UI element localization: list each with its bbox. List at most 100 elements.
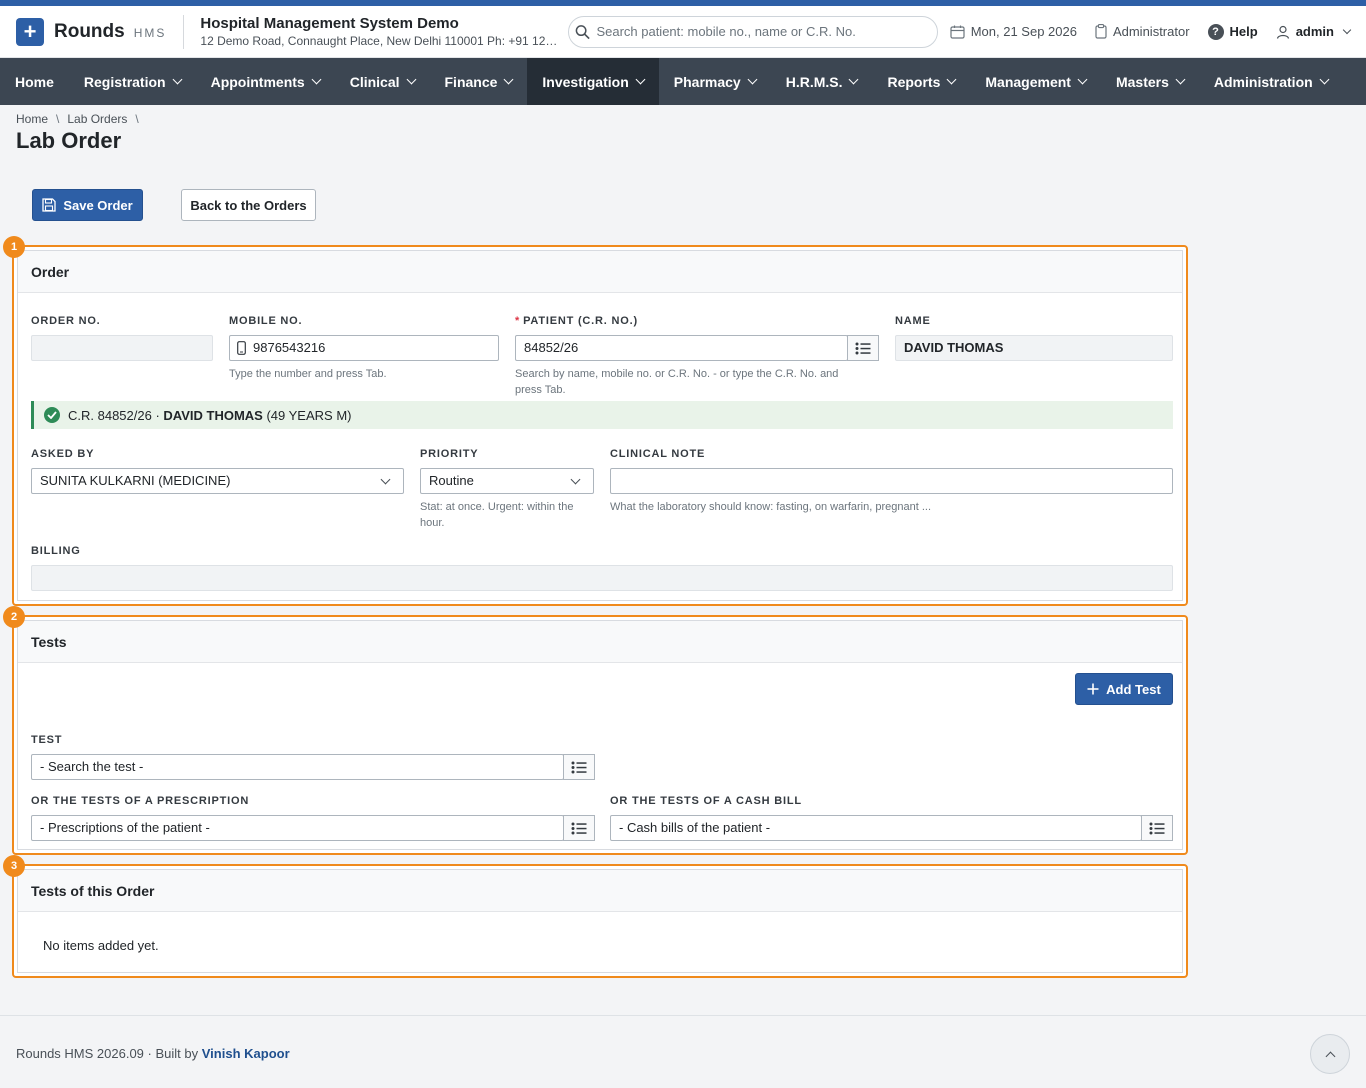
nav-administration[interactable]: Administration: [1199, 58, 1343, 105]
calendar-icon: [950, 25, 965, 39]
help-link[interactable]: ? Help: [1207, 23, 1258, 40]
nav-label: Home: [15, 73, 54, 90]
question-icon: ?: [1207, 23, 1224, 40]
billing-field: [31, 565, 1173, 591]
brand-sub: HMS: [133, 25, 167, 40]
tests-card-title: Tests: [18, 621, 1182, 663]
nav-label: Management: [985, 73, 1071, 90]
empty-state-text: No items added yet.: [43, 938, 159, 953]
nav-registration[interactable]: Registration: [69, 58, 196, 105]
patient-label-text: PATIENT (C.R. NO.): [523, 315, 638, 327]
patient-search[interactable]: [568, 15, 939, 48]
patient-field[interactable]: 84852/26: [515, 335, 848, 361]
footer-text: Rounds HMS 2026.09 · Built by Vinish Kap…: [16, 1046, 290, 1061]
chevron-down-icon: [635, 74, 646, 85]
patient-lookup-button[interactable]: [847, 335, 879, 361]
section-marker-3: 3: [3, 855, 25, 877]
nav-label: Clinical: [349, 73, 400, 90]
date-display: Mon, 21 Sep 2026: [950, 24, 1077, 39]
mobile-help: Type the number and press Tab.: [229, 368, 387, 380]
clinical-note-input[interactable]: [610, 468, 1173, 494]
prescription-field[interactable]: - Prescriptions of the patient -: [31, 815, 564, 841]
chevron-down-icon: [380, 474, 391, 485]
back-to-orders-button[interactable]: Back to the Orders: [181, 189, 316, 221]
breadcrumb-separator: \: [135, 112, 139, 126]
save-order-label: Save Order: [63, 197, 133, 213]
name-field: DAVID THOMAS: [895, 335, 1173, 361]
nav-management[interactable]: Management: [970, 58, 1101, 105]
hospital-info: Hospital Management System Demo 12 Demo …: [200, 15, 560, 48]
name-label: NAME: [895, 315, 931, 327]
user-menu[interactable]: admin: [1276, 24, 1352, 39]
check-circle-icon: [44, 407, 60, 423]
page-footer: Rounds HMS 2026.09 · Built by Vinish Kap…: [0, 1015, 1366, 1088]
order-card-title: Order: [18, 251, 1182, 293]
breadcrumb-separator: \: [56, 112, 60, 126]
breadcrumb-lab-orders[interactable]: Lab Orders: [67, 112, 127, 126]
test-label: TEST: [31, 734, 63, 746]
patient-label: * PATIENT (C.R. NO.): [515, 315, 638, 327]
priority-help: Stat: at once. Urgent: within the hour.: [420, 499, 573, 531]
nav-label: Appointments: [210, 73, 305, 90]
chevron-down-icon: [849, 74, 859, 85]
test-search-field[interactable]: - Search the test -: [31, 754, 564, 780]
nav-hrms[interactable]: H.R.M.S.: [771, 58, 873, 105]
nav-label: Registration: [83, 73, 166, 90]
patient-help-line: Search by name, mobile no. or C.R. No. -…: [515, 368, 839, 380]
hospital-address: 12 Demo Road, Connaught Place, New Delhi…: [200, 34, 561, 48]
page-title: Lab Order: [16, 128, 122, 153]
nav-masters[interactable]: Masters: [1101, 58, 1199, 105]
list-icon: [855, 342, 871, 354]
save-icon: [42, 198, 56, 212]
search-input[interactable]: [596, 24, 928, 39]
test-lookup-button[interactable]: [563, 754, 595, 780]
mobile-value: 9876543216: [253, 340, 326, 355]
app-logo[interactable]: + Rounds HMS: [16, 17, 167, 46]
add-test-button[interactable]: Add Test: [1075, 673, 1173, 705]
clinical-note-label: CLINICAL NOTE: [610, 448, 706, 460]
nav-label: Reports: [887, 73, 941, 90]
scroll-to-top-button[interactable]: [1310, 1034, 1350, 1074]
patient-confirm-alert: C.R. 84852/26 · DAVID THOMAS (49 YEARS M…: [31, 401, 1173, 429]
priority-help-line: hour.: [420, 517, 445, 529]
billing-label: BILLING: [31, 545, 81, 557]
nav-pharmacy[interactable]: Pharmacy: [659, 58, 771, 105]
main-nav: Home Registration Appointments Clinical …: [0, 58, 1366, 105]
chevron-down-icon: [1342, 25, 1352, 34]
chevron-up-icon: [1325, 1051, 1335, 1061]
nav-clinical[interactable]: Clinical: [335, 58, 430, 105]
brand-name: Rounds: [54, 20, 125, 42]
order-no-label: ORDER NO.: [31, 315, 101, 327]
chevron-down-icon: [747, 74, 758, 85]
required-asterisk: *: [515, 315, 521, 327]
asked-by-select[interactable]: SUNITA KULKARNI (MEDICINE): [31, 468, 404, 494]
header-divider: [183, 14, 185, 49]
list-icon: [571, 761, 587, 773]
plus-logo-icon: +: [16, 17, 44, 46]
chevron-down-icon: [1077, 74, 1088, 85]
cash-bill-lookup-button[interactable]: [1141, 815, 1173, 841]
nav-reports[interactable]: Reports: [872, 58, 970, 105]
nav-finance[interactable]: Finance: [430, 58, 528, 105]
date-text: Mon, 21 Sep 2026: [970, 24, 1077, 39]
nav-investigation[interactable]: Investigation: [527, 58, 659, 105]
breadcrumb-home[interactable]: Home: [16, 112, 48, 126]
chevron-down-icon: [570, 474, 581, 485]
priority-select[interactable]: Routine: [420, 468, 594, 494]
chevron-down-icon: [311, 74, 322, 85]
cash-bill-field[interactable]: - Cash bills of the patient -: [610, 815, 1142, 841]
prescription-lookup-button[interactable]: [563, 815, 595, 841]
alert-patient-name: DAVID THOMAS: [163, 407, 263, 423]
add-test-label: Add Test: [1106, 681, 1161, 697]
mobile-field[interactable]: 9876543216: [229, 335, 499, 361]
priority-help-line: Stat: at once. Urgent: within the: [420, 501, 574, 513]
nav-appointments[interactable]: Appointments: [196, 58, 335, 105]
nav-label: Investigation: [542, 73, 629, 90]
chevron-down-icon: [1175, 74, 1186, 85]
tests-card: Tests Add Test TEST - Search the test - …: [3, 606, 1188, 855]
save-order-button[interactable]: Save Order: [32, 189, 143, 221]
app-header: + Rounds HMS Hospital Management System …: [0, 6, 1366, 58]
footer-author-link[interactable]: Vinish Kapoor: [202, 1046, 290, 1061]
role-display[interactable]: Administrator: [1095, 24, 1190, 39]
nav-home[interactable]: Home: [0, 58, 69, 105]
